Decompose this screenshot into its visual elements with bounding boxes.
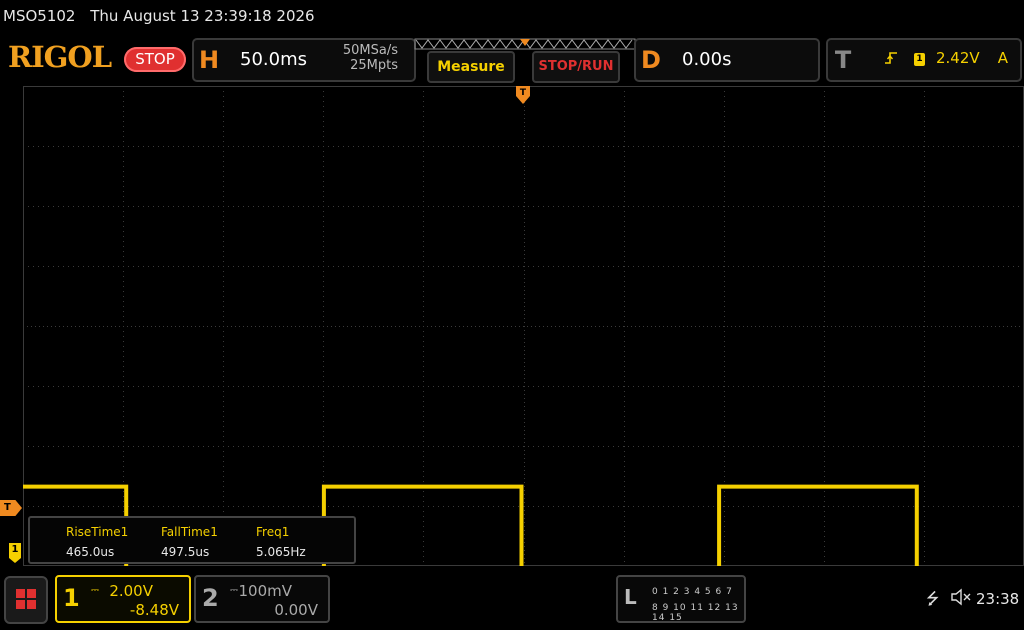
trigger-mode: A bbox=[997, 49, 1008, 67]
dc-coupling-icon: ⎓ bbox=[230, 585, 238, 596]
measurement-value: 465.0us bbox=[66, 545, 115, 559]
usb-icon: ⭍ bbox=[926, 589, 940, 608]
delay-value: 0.00s bbox=[682, 49, 732, 70]
ch1-settings[interactable]: 1 ⎓ 2.00V -8.48V bbox=[55, 575, 191, 623]
bottom-bar: 1 ⎓ 2.00V -8.48V 2 ⎓ 100mV 0.00V L 0 1 2… bbox=[0, 566, 1024, 630]
home-grid-icon bbox=[16, 600, 25, 609]
trigger-level-marker[interactable]: T bbox=[0, 500, 22, 516]
home-grid-icon bbox=[27, 600, 36, 609]
rigol-logo: RIGOL bbox=[8, 40, 112, 74]
delay-menu[interactable]: D 0.00s bbox=[634, 38, 820, 82]
measure-button[interactable]: Measure bbox=[427, 51, 515, 83]
waveform-display bbox=[23, 86, 1024, 566]
measurement-label: FallTime1 bbox=[161, 525, 218, 539]
horizontal-menu[interactable]: H 50.0ms 50MSa/s 25Mpts bbox=[192, 38, 416, 82]
measurement-value: 5.065Hz bbox=[256, 545, 306, 559]
memory-position-bar bbox=[414, 38, 636, 50]
measurement-rise-time: RiseTime1 465.0us bbox=[66, 522, 162, 562]
rising-edge-icon bbox=[884, 50, 898, 70]
delay-letter: D bbox=[641, 46, 661, 74]
trigger-menu[interactable]: T 1 2.42V A bbox=[826, 38, 1022, 82]
speaker-muted-icon[interactable] bbox=[950, 588, 972, 606]
measurement-label: Freq1 bbox=[256, 525, 290, 539]
trigger-letter: T bbox=[834, 46, 852, 74]
ch1-offset-marker[interactable]: 1 bbox=[9, 543, 21, 563]
ch2-number: 2 bbox=[202, 584, 219, 612]
top-toolbar: RIGOL STOP H 50.0ms 50MSa/s 25Mpts Measu… bbox=[0, 34, 1024, 86]
measurement-frequency: Freq1 5.065Hz bbox=[256, 522, 352, 562]
ch2-settings[interactable]: 2 ⎓ 100mV 0.00V bbox=[194, 575, 330, 623]
model-name: MSO5102 bbox=[3, 7, 76, 25]
logic-channels-row2: 8 9 10 11 12 13 14 15 bbox=[652, 603, 739, 623]
measurement-panel[interactable]: RiseTime1 465.0us FallTime1 497.5us Freq… bbox=[28, 516, 356, 564]
stop-run-button[interactable]: STOP/RUN bbox=[532, 51, 620, 83]
horizontal-letter: H bbox=[198, 46, 220, 74]
datetime: Thu August 13 23:39:18 2026 bbox=[90, 7, 315, 25]
trigger-level-value: 2.42V bbox=[936, 49, 980, 67]
sample-rate: 50MSa/s bbox=[342, 43, 398, 58]
timebase-value: 50.0ms bbox=[240, 49, 307, 70]
ch1-offset: -8.48V bbox=[129, 601, 179, 619]
ch1-number: 1 bbox=[63, 584, 80, 612]
acquisition-info: 50MSa/s 25Mpts bbox=[343, 43, 398, 73]
measurement-fall-time: FallTime1 497.5us bbox=[161, 522, 257, 562]
ch2-offset: 0.00V bbox=[274, 601, 318, 619]
svg-text:T: T bbox=[520, 88, 527, 98]
home-grid-icon bbox=[27, 589, 36, 598]
status-line: MSO5102 Thu August 13 23:39:18 2026 bbox=[0, 0, 1024, 34]
logic-analyzer-settings[interactable]: L 0 1 2 3 4 5 6 7 8 9 10 11 12 13 14 15 bbox=[616, 575, 746, 623]
dc-coupling-icon: ⎓ bbox=[91, 585, 99, 596]
memory-depth: 25Mpts bbox=[350, 58, 398, 73]
trigger-source-badge: 1 bbox=[914, 53, 925, 66]
measurement-value: 497.5us bbox=[161, 545, 210, 559]
logic-channels-row1: 0 1 2 3 4 5 6 7 bbox=[652, 587, 733, 597]
measurement-label: RiseTime1 bbox=[66, 525, 129, 539]
home-menu-button[interactable] bbox=[4, 576, 48, 624]
system-clock: 23:38 bbox=[976, 590, 1020, 608]
logic-letter: L bbox=[624, 585, 637, 609]
run-state-badge[interactable]: STOP bbox=[124, 47, 186, 72]
ch2-scale: 100mV bbox=[238, 582, 292, 600]
home-grid-icon bbox=[16, 589, 25, 598]
trigger-position-marker-icon[interactable]: T bbox=[516, 86, 530, 108]
waveform-grid[interactable] bbox=[23, 86, 1024, 566]
ch1-scale: 2.00V bbox=[109, 582, 153, 600]
memory-position-graphic bbox=[414, 38, 636, 50]
